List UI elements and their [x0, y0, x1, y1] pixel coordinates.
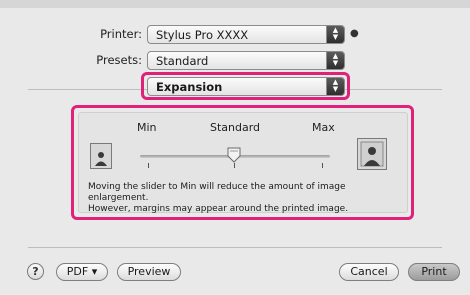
- popup-arrows-icon: ▲ ▼: [326, 52, 344, 69]
- description-line-1: Moving the slider to Min will reduce the…: [88, 182, 346, 203]
- preview-button[interactable]: Preview: [117, 263, 181, 281]
- print-dialog: Printer: Stylus Pro XXXX ▲ ▼ ● Presets: S…: [0, 0, 470, 295]
- dialog-top-edge: [0, 0, 470, 8]
- presets-popup[interactable]: Standard ▲ ▼: [147, 51, 345, 70]
- printer-value: Stylus Pro XXXX: [156, 28, 249, 42]
- panel-value: Expansion: [156, 80, 223, 94]
- help-button[interactable]: ?: [27, 263, 44, 280]
- presets-value: Standard: [156, 54, 209, 68]
- popup-arrows-icon: ▲ ▼: [326, 26, 344, 43]
- standard-label: Standard: [210, 121, 261, 134]
- slider-tick-standard: [234, 163, 235, 168]
- pdf-button[interactable]: PDF ▾: [56, 263, 108, 281]
- expansion-description: Moving the slider to Min will reduce the…: [88, 182, 408, 215]
- popup-arrows-icon: ▲ ▼: [326, 78, 344, 95]
- print-button[interactable]: Print: [408, 263, 460, 281]
- panel-popup[interactable]: Expansion ▲ ▼: [147, 77, 345, 96]
- cancel-button[interactable]: Cancel: [339, 263, 399, 281]
- printer-popup[interactable]: Stylus Pro XXXX ▲ ▼: [147, 25, 345, 44]
- printer-label: Printer:: [100, 27, 142, 41]
- description-line-2: However, margins may appear around the p…: [88, 204, 349, 214]
- slider-tick-max: [322, 163, 323, 168]
- max-label: Max: [312, 121, 335, 134]
- presets-label: Presets:: [96, 53, 142, 67]
- expansion-slider-thumb[interactable]: [227, 147, 241, 163]
- bottom-separator: [28, 247, 442, 248]
- info-icon[interactable]: ●: [350, 28, 359, 39]
- min-label: Min: [137, 121, 157, 134]
- large-image-icon: [357, 138, 387, 170]
- small-image-icon: [90, 143, 112, 169]
- slider-tick-min: [148, 163, 149, 168]
